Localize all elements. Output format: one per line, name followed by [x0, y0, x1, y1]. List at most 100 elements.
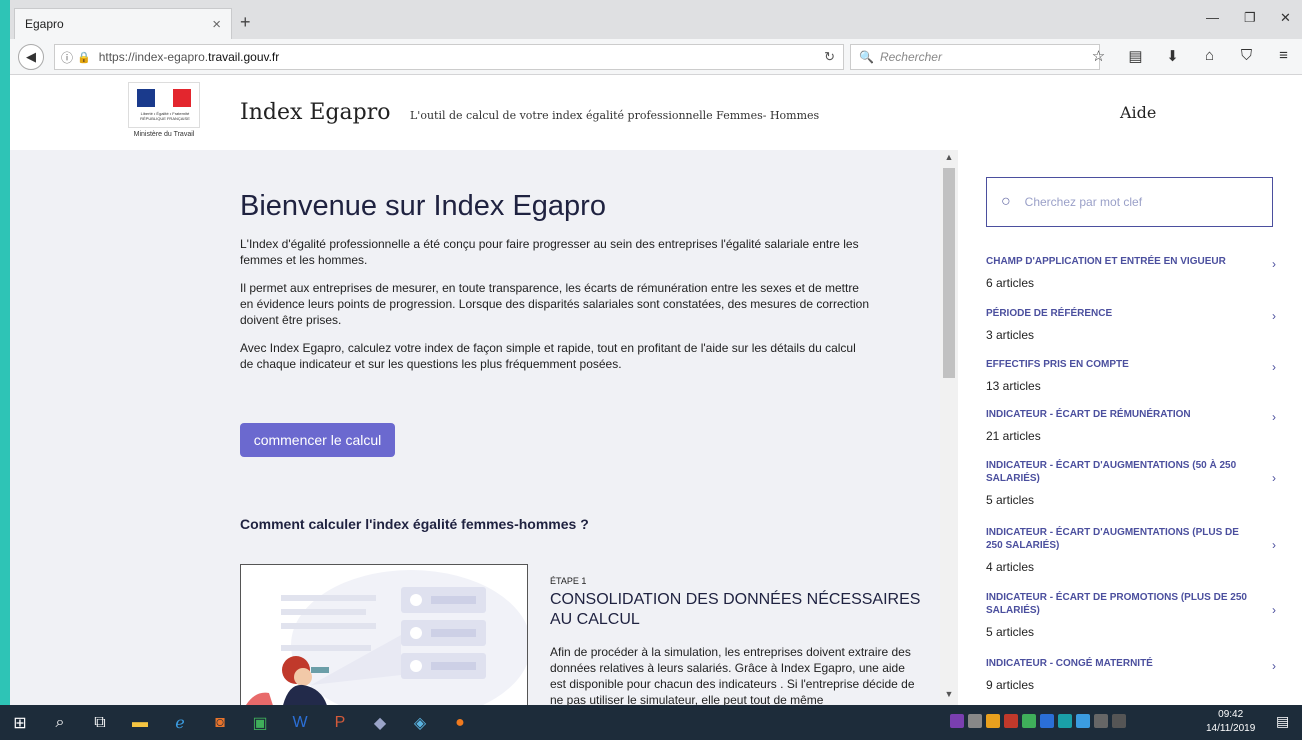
tray-app-icon[interactable] — [1022, 714, 1036, 728]
scroll-up-icon[interactable]: ▲ — [940, 152, 958, 166]
start-calculation-button[interactable]: commencer le calcul — [240, 423, 395, 457]
info-icon[interactable]: ⓘ — [61, 49, 73, 66]
home-icon[interactable]: ⌂ — [1191, 47, 1228, 65]
volume-icon[interactable] — [1112, 714, 1126, 728]
step-text: Afin de procéder à la simulation, les en… — [550, 645, 915, 705]
category-title[interactable]: INDICATEUR - ÉCART D'AUGMENTATIONS (PLUS… — [986, 526, 1254, 552]
tray-app-icon[interactable] — [986, 714, 1000, 728]
ministry-logo[interactable]: Liberté • Égalité • Fraternité RÉPUBLIQU… — [128, 82, 200, 152]
navigation-bar: ◀ ⓘ 🔒 https://index-egapro. travail.gouv… — [10, 39, 1302, 75]
chevron-right-icon[interactable]: › — [1272, 309, 1276, 323]
search-icon[interactable]: ⌕ — [40, 705, 80, 740]
chevron-right-icon[interactable]: › — [1272, 471, 1276, 485]
close-window-icon[interactable]: ✕ — [1280, 10, 1291, 26]
excel-icon[interactable]: ▣ — [240, 705, 280, 740]
category-count: 5 articles — [986, 493, 1035, 507]
search-placeholder: Rechercher — [879, 50, 942, 64]
help-category[interactable]: PÉRIODE DE RÉFÉRENCE › 3 articles — [986, 307, 1286, 342]
intro-paragraph-2: Il permet aux entreprises de mesurer, en… — [240, 281, 870, 327]
tray-app-icon[interactable] — [1040, 714, 1054, 728]
firefox-icon[interactable]: ● — [440, 705, 480, 740]
category-count: 5 articles — [986, 625, 1035, 639]
windows-taskbar: ⊞ ⌕ ⧉ ▬ ℯ ◙ ▣ W P ◆ ◈ ● 09:42 14/11/2019… — [0, 705, 1302, 740]
category-title[interactable]: INDICATEUR - ÉCART DE PROMOTIONS (PLUS D… — [986, 591, 1254, 617]
help-category[interactable]: CHAMP D'APPLICATION ET ENTRÉE EN VIGUEUR… — [986, 255, 1286, 290]
help-sidebar: ○ Cherchez par mot clef CHAMP D'APPLICAT… — [958, 150, 1302, 705]
chevron-right-icon[interactable]: › — [1272, 257, 1276, 271]
powerpoint-icon[interactable]: P — [320, 705, 360, 740]
windows-start-icon[interactable]: ⊞ — [0, 705, 40, 740]
step-illustration — [240, 564, 528, 705]
tray-app-icon[interactable] — [968, 714, 982, 728]
system-tray — [950, 714, 1126, 728]
scroll-down-icon[interactable]: ▼ — [940, 689, 958, 703]
word-icon[interactable]: W — [280, 705, 320, 740]
remote-desktop-icon[interactable]: ◈ — [400, 705, 440, 740]
menu-icon[interactable]: ≡ — [1265, 47, 1302, 65]
main-content: Bienvenue sur Index Egapro L'Index d'éga… — [10, 150, 940, 705]
category-count: 21 articles — [986, 429, 1041, 443]
help-category[interactable]: INDICATEUR - ÉCART D'AUGMENTATIONS (50 À… — [986, 459, 1286, 507]
file-explorer-icon[interactable]: ▬ — [120, 705, 160, 740]
clock-time: 09:42 — [1218, 709, 1244, 720]
url-prefix: https://index-egapro. — [98, 50, 209, 64]
category-title[interactable]: INDICATEUR - ÉCART DE RÉMUNÉRATION — [986, 408, 1254, 421]
site-tagline: L'outil de calcul de votre index égalité… — [410, 109, 820, 122]
category-title[interactable]: INDICATEUR - ÉCART D'AUGMENTATIONS (50 À… — [986, 459, 1254, 485]
download-icon[interactable]: ⬇ — [1154, 47, 1191, 65]
app-icon[interactable]: ◆ — [360, 705, 400, 740]
antivirus-icon[interactable] — [1004, 714, 1018, 728]
chevron-right-icon[interactable]: › — [1272, 659, 1276, 673]
tab-title: Egapro — [25, 17, 64, 31]
search-icon: ○ — [1001, 193, 1011, 210]
chevron-right-icon[interactable]: › — [1272, 360, 1276, 374]
notification-icon[interactable]: ▤ — [1276, 713, 1289, 730]
address-bar[interactable]: ⓘ 🔒 https://index-egapro. travail.gouv.f… — [54, 44, 844, 70]
how-to-title: Comment calculer l'index égalité femmes-… — [240, 516, 589, 532]
chevron-right-icon[interactable]: › — [1272, 603, 1276, 617]
category-title[interactable]: EFFECTIFS PRIS EN COMPTE — [986, 358, 1254, 371]
bluetooth-icon[interactable] — [1076, 714, 1090, 728]
site-header: Liberté • Égalité • Fraternité RÉPUBLIQU… — [10, 76, 1302, 150]
help-category[interactable]: INDICATEUR - ÉCART DE PROMOTIONS (PLUS D… — [986, 591, 1286, 639]
help-link[interactable]: Aide — [1120, 103, 1156, 122]
clock-date: 14/11/2019 — [1206, 723, 1256, 734]
back-arrow-icon[interactable]: ◀ — [18, 43, 44, 70]
pocket-icon[interactable]: ⛉ — [1228, 47, 1265, 65]
intro-paragraph-3: Avec Index Egapro, calculez votre index … — [240, 341, 856, 371]
edge-browser-icon[interactable]: ℯ — [160, 705, 200, 740]
help-category[interactable]: INDICATEUR - ÉCART D'AUGMENTATIONS (PLUS… — [986, 526, 1286, 574]
browser-tab[interactable]: Egapro × — [14, 8, 232, 39]
reload-icon[interactable]: ↻ — [824, 49, 835, 65]
scrollbar-thumb[interactable] — [943, 168, 955, 378]
browser-search-input[interactable]: 🔍 Rechercher — [850, 44, 1100, 70]
chevron-right-icon[interactable]: › — [1272, 410, 1276, 424]
flag-motto: Liberté • Égalité • Fraternité RÉPUBLIQU… — [140, 111, 190, 121]
onenote-tray-icon[interactable] — [950, 714, 964, 728]
help-category[interactable]: INDICATEUR - CONGÉ MATERNITÉ › 9 article… — [986, 657, 1286, 692]
tray-app-icon[interactable] — [1058, 714, 1072, 728]
chevron-right-icon[interactable]: › — [1272, 538, 1276, 552]
reading-list-icon[interactable]: ▤ — [1117, 47, 1154, 65]
network-icon[interactable] — [1094, 714, 1108, 728]
taskbar-clock[interactable]: 09:42 14/11/2019 — [1206, 708, 1255, 736]
bookmark-star-icon[interactable]: ☆ — [1080, 47, 1117, 65]
lock-icon[interactable]: 🔒 — [77, 51, 91, 64]
minimize-icon[interactable]: — — [1206, 10, 1219, 25]
category-title[interactable]: INDICATEUR - CONGÉ MATERNITÉ — [986, 657, 1254, 670]
step-label: ÉTAPE 1 — [550, 576, 587, 586]
category-title[interactable]: PÉRIODE DE RÉFÉRENCE — [986, 307, 1254, 320]
outlook-icon[interactable]: ◙ — [200, 705, 240, 740]
category-count: 6 articles — [986, 276, 1035, 290]
help-category[interactable]: EFFECTIFS PRIS EN COMPTE › 13 articles — [986, 358, 1286, 393]
task-view-icon[interactable]: ⧉ — [80, 705, 120, 740]
restore-icon[interactable]: ❐ — [1244, 10, 1256, 26]
ministry-caption: Ministère du Travail — [133, 131, 195, 138]
help-category[interactable]: INDICATEUR - ÉCART DE RÉMUNÉRATION › 21 … — [986, 408, 1286, 443]
site-brand[interactable]: Index Egapro — [240, 100, 390, 125]
main-scrollbar[interactable]: ▲ ▼ — [940, 150, 958, 705]
close-tab-icon[interactable]: × — [212, 16, 221, 33]
new-tab-button[interactable]: + — [240, 12, 251, 33]
help-search-input[interactable]: ○ Cherchez par mot clef — [986, 177, 1273, 227]
category-title[interactable]: CHAMP D'APPLICATION ET ENTRÉE EN VIGUEUR — [986, 255, 1254, 268]
